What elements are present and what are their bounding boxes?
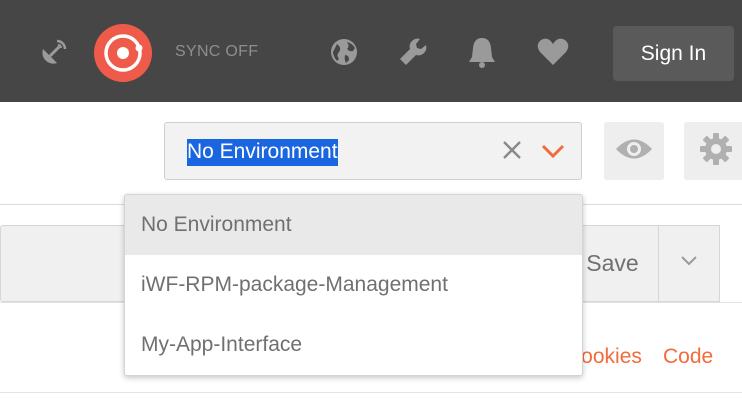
chevron-down-icon xyxy=(679,254,699,273)
wrench-icon[interactable] xyxy=(391,30,435,74)
sign-in-button[interactable]: Sign In xyxy=(613,26,734,81)
top-bar: SYNC OFF Sign In xyxy=(0,0,742,102)
manage-environments-button[interactable] xyxy=(684,122,742,180)
sync-logo-icon[interactable] xyxy=(94,24,152,82)
environment-select-value[interactable]: No Environment xyxy=(187,139,338,166)
divider xyxy=(0,392,742,393)
chevron-down-icon[interactable] xyxy=(539,141,567,161)
bell-icon[interactable] xyxy=(460,30,504,74)
environment-option-no-environment[interactable]: No Environment xyxy=(125,195,582,255)
environment-option-iwf-rpm-package-management[interactable]: iWF-RPM-package-Management xyxy=(125,255,582,315)
eye-icon xyxy=(614,136,654,167)
satellite-icon[interactable] xyxy=(32,30,76,74)
save-options-button[interactable] xyxy=(659,225,720,302)
heart-icon[interactable] xyxy=(531,30,575,74)
clear-icon[interactable] xyxy=(499,137,525,163)
gear-icon xyxy=(699,132,733,171)
environment-dropdown-menu: No Environment iWF-RPM-package-Managemen… xyxy=(124,194,583,376)
globe-icon[interactable] xyxy=(322,30,366,74)
sync-status: SYNC OFF xyxy=(175,43,259,60)
environment-option-my-app-interface[interactable]: My-App-Interface xyxy=(125,315,582,375)
environment-select[interactable]: No Environment xyxy=(164,122,582,180)
code-link[interactable]: Code xyxy=(663,345,713,369)
environment-quick-look-button[interactable] xyxy=(604,122,664,180)
